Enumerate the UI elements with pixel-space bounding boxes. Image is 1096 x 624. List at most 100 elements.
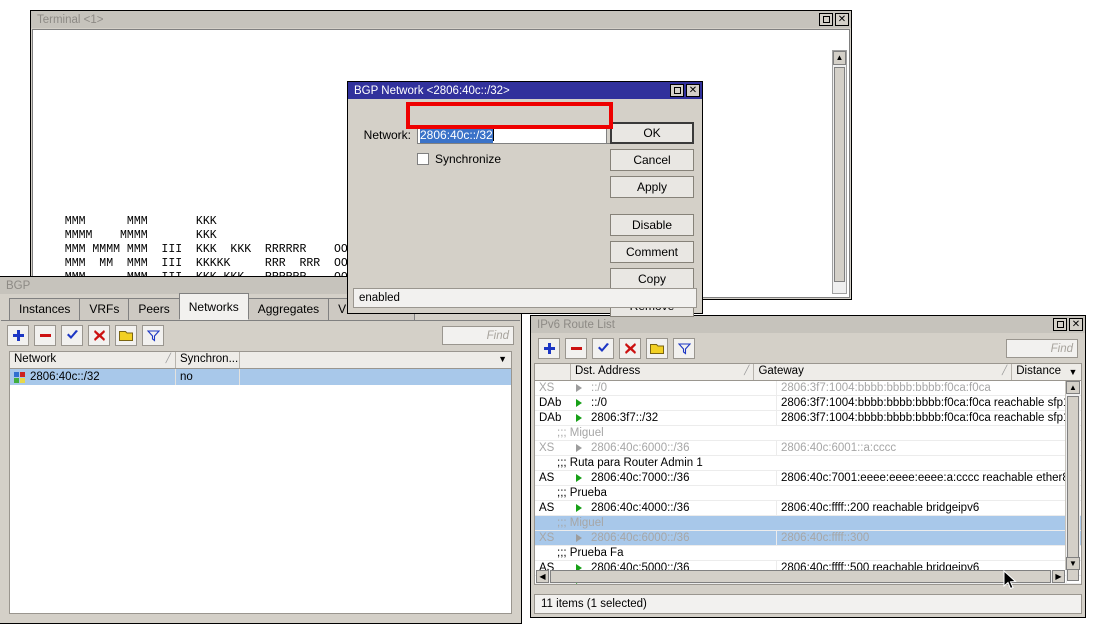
close-icon[interactable]: ✕ xyxy=(835,13,849,26)
synchronize-checkbox[interactable] xyxy=(417,153,429,165)
table-row[interactable]: XS::/02806:3f7:1004:bbbb:bbbb:bbbb:f0ca:… xyxy=(535,381,1081,396)
add-button[interactable] xyxy=(538,338,560,359)
filter-button[interactable] xyxy=(142,325,164,346)
table-row[interactable]: AS2806:40c:7000::/362806:40c:7001:eeee:e… xyxy=(535,471,1081,486)
cancel-button[interactable]: Cancel xyxy=(610,149,694,171)
bgp-find-input[interactable]: Find xyxy=(442,326,514,345)
table-row[interactable]: XS2806:40c:6000::/362806:40c:6001::a:ccc… xyxy=(535,441,1081,456)
route-comment-row[interactable]: ;;; Miguel xyxy=(535,426,1081,441)
table-row[interactable]: XS2806:40c:6000::/362806:40c:ffff::300 xyxy=(535,531,1081,546)
comment-button[interactable]: Comment xyxy=(610,241,694,263)
tab-instances[interactable]: Instances xyxy=(9,298,80,320)
route-title: IPv6 Route List xyxy=(537,319,1053,331)
ok-button[interactable]: OK xyxy=(610,122,694,144)
maximize-icon[interactable] xyxy=(670,84,684,97)
cell-gateway: 2806:40c:6001::a:cccc xyxy=(777,441,1067,455)
maximize-icon[interactable] xyxy=(1053,318,1067,331)
sort-asc-icon: ╱ xyxy=(166,353,171,364)
apply-button[interactable]: Apply xyxy=(610,176,694,198)
comment-button[interactable] xyxy=(115,325,137,346)
table-row[interactable]: AS 2806:40c:4000::/362806:40c:ffff::200 r… xyxy=(535,501,1081,516)
dialog-status-text: enabled xyxy=(359,292,400,304)
route-comment-text: ;;; Prueba xyxy=(535,486,611,500)
scroll-up-icon[interactable]: ▲ xyxy=(1066,381,1080,394)
disable-button[interactable] xyxy=(619,338,641,359)
route-comment-row[interactable]: ;;; Miguel xyxy=(535,516,1081,531)
copy-button[interactable]: Copy xyxy=(610,268,694,290)
dialog-titlebar[interactable]: BGP Network <2806:40c::/32> ✕ xyxy=(348,82,702,99)
scroll-thumb[interactable] xyxy=(834,67,845,282)
enable-button[interactable] xyxy=(592,338,614,359)
cell-dst-address: 2806:40c:4000::/36 xyxy=(587,501,777,515)
route-status-text: 11 items (1 selected) xyxy=(541,598,647,610)
dialog-title: BGP Network <2806:40c::/32> xyxy=(354,85,670,97)
remove-button[interactable] xyxy=(565,338,587,359)
network-input[interactable]: 2806:40c::/32 xyxy=(417,125,607,144)
route-direction-icon xyxy=(571,474,587,482)
table-row[interactable]: DAb::/02806:3f7:1004:bbbb:bbbb:bbbb:f0ca… xyxy=(535,396,1081,411)
terminal-titlebar[interactable]: Terminal <1> ✕ xyxy=(31,11,851,28)
cell-flags: AS xyxy=(535,471,571,485)
cell-gateway: 2806:3f7:1004:bbbb:bbbb:bbbb:f0ca:f0ca r… xyxy=(777,396,1067,410)
filter-button[interactable] xyxy=(673,338,695,359)
route-comment-row[interactable]: ;;; Prueba Fa xyxy=(535,546,1081,561)
close-icon[interactable]: ✕ xyxy=(686,84,700,97)
dialog-status-bar: enabled xyxy=(353,288,697,308)
tab-vrfs[interactable]: VRFs xyxy=(79,298,129,320)
cell-dst-address: ::/0 xyxy=(587,396,777,410)
disable-button[interactable] xyxy=(88,325,110,346)
add-button[interactable] xyxy=(7,325,29,346)
maximize-icon[interactable] xyxy=(819,13,833,26)
scroll-up-icon[interactable]: ▲ xyxy=(833,51,846,65)
column-label-gateway: Gateway xyxy=(758,365,803,377)
comment-button[interactable] xyxy=(646,338,668,359)
route-grid-header: Dst. Address ╱ Gateway ╱ Distance ▼ xyxy=(535,364,1081,381)
scroll-down-icon[interactable]: ▼ xyxy=(1066,557,1080,570)
column-header-gateway[interactable]: Gateway ╱ xyxy=(754,364,1012,380)
table-row[interactable]: DAb2806:3f7::/322806:3f7:1004:bbbb:bbbb:… xyxy=(535,411,1081,426)
route-horizontal-scrollbar[interactable]: ◀ ▶ xyxy=(536,570,1065,583)
cell-gateway: 2806:40c:ffff::200 reachable bridgeipv6 xyxy=(777,501,1067,515)
column-header-distance[interactable]: Distance xyxy=(1012,364,1065,380)
column-label-synchronize: Synchron... xyxy=(180,353,238,365)
network-label: Network: xyxy=(359,128,411,142)
cell-flags: DAb xyxy=(535,411,571,425)
column-header-dst-address[interactable]: Dst. Address ╱ xyxy=(571,364,754,380)
tab-aggregates[interactable]: Aggregates xyxy=(248,298,329,320)
scroll-thumb[interactable] xyxy=(1067,396,1079,581)
cell-flags: XS xyxy=(535,441,571,455)
close-icon[interactable]: ✕ xyxy=(1069,318,1083,331)
cell-dst-address: 2806:3f7::/32 xyxy=(587,411,777,425)
route-comment-row[interactable]: ;;; Ruta para Router Admin 1 xyxy=(535,456,1081,471)
column-header-synchronize[interactable]: Synchron... xyxy=(176,352,240,368)
hscroll-thumb[interactable] xyxy=(550,570,1051,583)
sort-asc-icon: ╱ xyxy=(744,365,749,376)
column-header-network[interactable]: Network ╱ xyxy=(10,352,176,368)
terminal-vertical-scrollbar[interactable]: ▲ xyxy=(832,50,847,294)
cell-synchronize: no xyxy=(176,369,240,385)
chevron-down-icon[interactable]: ▼ xyxy=(498,354,507,364)
enable-button[interactable] xyxy=(61,325,83,346)
synchronize-checkbox-row[interactable]: Synchronize xyxy=(417,152,501,166)
disable-button[interactable]: Disable xyxy=(610,214,694,236)
bgp-grid-header: Network ╱ Synchron... ▼ xyxy=(10,352,511,369)
scroll-right-icon[interactable]: ▶ xyxy=(1052,570,1065,583)
network-input-value: 2806:40c::/32 xyxy=(420,127,493,143)
route-vertical-scrollbar[interactable]: ▲ ▼ xyxy=(1065,381,1080,570)
cell-network-text: 2806:40c::/32 xyxy=(30,371,100,383)
tab-networks[interactable]: Networks xyxy=(179,293,249,320)
route-find-input[interactable]: Find xyxy=(1006,339,1078,358)
cell-dst-address: 2806:40c:6000::/36 xyxy=(587,531,777,545)
route-rows-container: XS::/02806:3f7:1004:bbbb:bbbb:bbbb:f0ca:… xyxy=(535,381,1081,584)
cell-flags: AS xyxy=(535,501,571,515)
chevron-down-icon[interactable]: ▼ xyxy=(1065,364,1081,380)
cell-filler xyxy=(240,369,511,385)
cell-network: 2806:40c::/32 xyxy=(10,369,176,385)
table-row[interactable]: 2806:40c::/32 no xyxy=(10,369,511,385)
route-comment-row[interactable]: ;;; Prueba xyxy=(535,486,1081,501)
scroll-left-icon[interactable]: ◀ xyxy=(536,570,549,583)
remove-button[interactable] xyxy=(34,325,56,346)
tab-peers[interactable]: Peers xyxy=(128,298,179,320)
terminal-title: Terminal <1> xyxy=(37,14,819,26)
route-titlebar[interactable]: IPv6 Route List ✕ xyxy=(531,316,1085,333)
